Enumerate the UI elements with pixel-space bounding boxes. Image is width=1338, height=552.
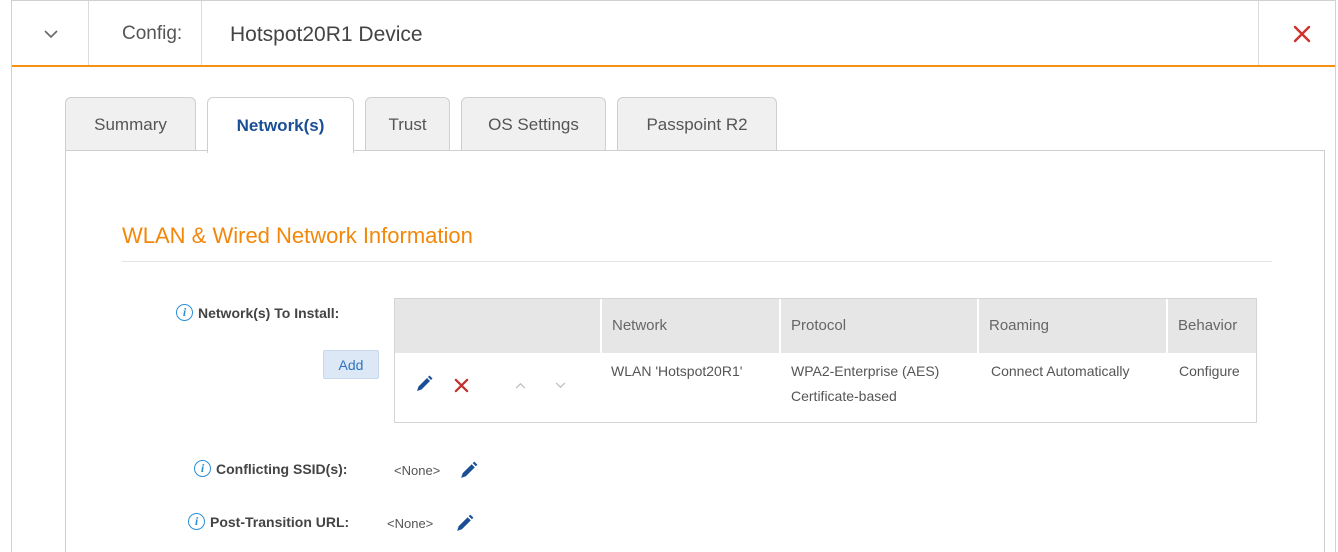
add-network-button[interactable]: Add: [323, 350, 379, 379]
chevron-down-icon[interactable]: [40, 23, 62, 45]
section-divider: [122, 261, 1272, 262]
column-header-roaming[interactable]: Roaming: [989, 317, 1049, 334]
tab-networks[interactable]: Network(s): [207, 97, 354, 153]
column-header-protocol[interactable]: Protocol: [791, 317, 846, 334]
info-icon[interactable]: i: [194, 460, 211, 477]
section-title: WLAN & Wired Network Information: [122, 223, 473, 248]
edit-pencil-icon[interactable]: [456, 458, 480, 482]
column-divider: [779, 299, 781, 353]
edit-pencil-icon[interactable]: [452, 511, 476, 535]
config-window: Config: Hotspot20R1 Device Summary Netwo…: [11, 0, 1336, 552]
info-icon[interactable]: i: [176, 304, 193, 321]
cell-network: WLAN 'Hotspot20R1': [611, 363, 743, 379]
column-header-behavior[interactable]: Behavior: [1178, 317, 1237, 334]
tab-label: Trust: [388, 114, 427, 134]
column-divider: [1166, 299, 1168, 353]
post-transition-url-value: <None>: [387, 516, 434, 531]
networks-table: Network Protocol Roaming Behavior WLAN '…: [394, 298, 1257, 423]
divider: [201, 1, 202, 65]
tab-label: Passpoint R2: [646, 114, 748, 134]
field-label-text: Post-Transition URL:: [210, 513, 350, 530]
column-header-network[interactable]: Network: [612, 317, 667, 334]
config-header: Config: Hotspot20R1 Device: [12, 1, 1335, 67]
column-divider: [977, 299, 979, 353]
conflicting-ssids-value: <None>: [394, 463, 441, 478]
field-label-text: Network(s) To Install:: [198, 304, 340, 321]
tab-label: Network(s): [236, 115, 325, 135]
info-icon[interactable]: i: [188, 513, 205, 530]
delete-x-icon[interactable]: [450, 374, 472, 396]
cell-protocol-line1: WPA2-Enterprise (AES): [791, 363, 940, 379]
field-label-text: Conflicting SSID(s):: [216, 460, 348, 477]
post-transition-url-label: i Post-Transition URL:: [188, 513, 349, 530]
config-name: Hotspot20R1 Device: [230, 23, 423, 46]
tab-bar: Summary Network(s) Trust OS Settings Pas…: [65, 97, 788, 153]
close-icon[interactable]: [1287, 19, 1317, 49]
edit-pencil-icon[interactable]: [413, 373, 435, 395]
tab-summary[interactable]: Summary: [65, 97, 196, 151]
column-divider: [600, 299, 602, 353]
tab-passpoint-r2[interactable]: Passpoint R2: [617, 97, 777, 151]
tab-os-settings[interactable]: OS Settings: [461, 97, 606, 151]
config-label: Config:: [122, 23, 183, 44]
cell-roaming: Connect Automatically: [991, 363, 1130, 379]
chevron-up-icon[interactable]: [510, 375, 530, 395]
cell-protocol-line2: Certificate-based: [791, 388, 897, 404]
chevron-down-icon[interactable]: [550, 375, 570, 395]
table-header: Network Protocol Roaming Behavior: [395, 299, 1256, 353]
conflicting-ssids-label: i Conflicting SSID(s):: [194, 460, 347, 477]
tab-trust[interactable]: Trust: [365, 97, 450, 151]
networks-to-install-label: i Network(s) To Install:: [176, 304, 339, 321]
cell-behavior: Configure: [1179, 363, 1240, 379]
divider: [1258, 1, 1259, 65]
divider: [88, 1, 89, 65]
tab-label: OS Settings: [488, 114, 579, 134]
tab-label: Summary: [94, 114, 167, 134]
